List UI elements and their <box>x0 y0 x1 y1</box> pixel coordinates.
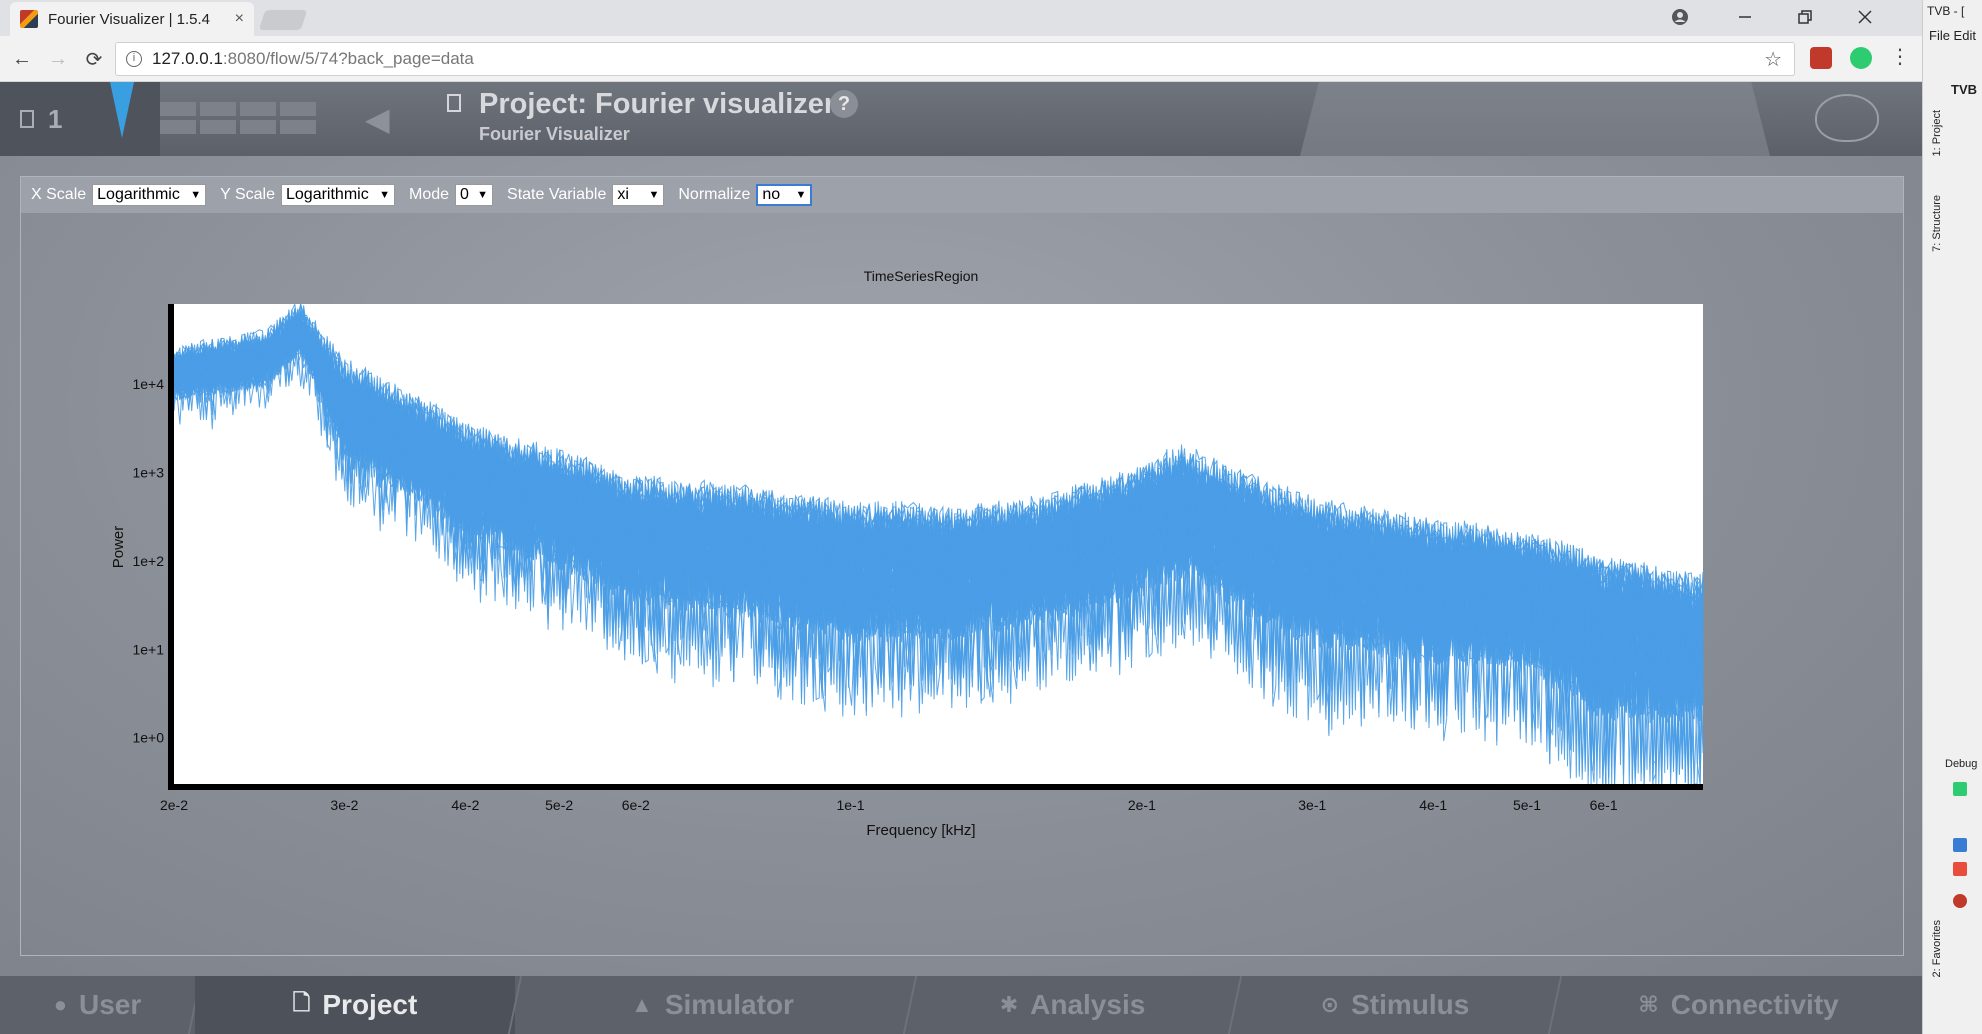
browser-menu-icon[interactable]: ⋮ <box>1882 44 1918 69</box>
tab-close-icon[interactable]: × <box>235 10 244 28</box>
document-icon <box>447 94 461 112</box>
y-tick-label: 1e+3 <box>132 464 164 480</box>
x-tick-label: 1e-1 <box>836 797 864 813</box>
x-tick-label: 3e-2 <box>330 797 358 813</box>
x-tick-label: 5e-2 <box>545 797 573 813</box>
ide-tab-favorites[interactable]: 2: Favorites <box>1931 920 1943 977</box>
ide-pause-icon[interactable] <box>1953 838 1967 852</box>
app-header: 1 ◀ Project: Fourier visualizer ? Fourie… <box>0 82 1922 156</box>
url-host: 127.0.0.1 <box>152 49 223 68</box>
ide-project-root[interactable]: TVB <box>1951 82 1977 97</box>
reload-icon[interactable]: ⟳ <box>76 47 112 72</box>
x-tick-label: 2e-2 <box>160 797 188 813</box>
x-tick-label: 3e-1 <box>1298 797 1326 813</box>
visualizer-panel: X Scale Logarithmic ▼ Y Scale Logarithmic… <box>20 176 1904 956</box>
bookmark-star-icon[interactable]: ☆ <box>1764 47 1782 72</box>
x-tick-label: 4e-2 <box>451 797 479 813</box>
user-icon: ● <box>53 992 68 1017</box>
ide-rerun-icon[interactable] <box>1953 782 1967 796</box>
new-tab-button[interactable] <box>258 10 308 30</box>
y-tick-label: 1e+4 <box>132 376 164 392</box>
nav-tab-analysis[interactable]: ✱ Analysis <box>910 976 1235 1034</box>
tab-title: Fourier Visualizer | 1.5.4 <box>48 10 211 28</box>
nav-tab-label: Project <box>322 989 418 1020</box>
connectivity-icon: ⌘ <box>1638 992 1659 1017</box>
y-tick-label: 1e+0 <box>132 730 164 746</box>
fourier-chart[interactable]: TimeSeriesRegion 2e-2 3e-2 4e-2 5e-2 6e-2 1e-… <box>21 177 1905 957</box>
nav-tab-label: Simulator <box>664 989 794 1020</box>
y-tick-labels: 1e+0 1e+1 1e+2 1e+3 1e+4 <box>132 376 164 746</box>
nav-tab-label: Analysis <box>1030 989 1146 1020</box>
ide-stop-icon[interactable] <box>1953 862 1967 876</box>
gear-icon: ✱ <box>999 992 1019 1017</box>
main-area: X Scale Logarithmic ▼ Y Scale Logarithmic… <box>0 156 1922 976</box>
back-arrow-header-icon[interactable]: ◀ <box>365 100 390 138</box>
tab-bar: Fourier Visualizer | 1.5.4 × <box>0 0 1922 36</box>
x-tick-label: 5e-1 <box>1513 797 1541 813</box>
progress-indicator-icon <box>110 82 134 138</box>
close-window-icon[interactable] <box>1835 0 1895 34</box>
ide-debug-label: Debug <box>1945 758 1978 770</box>
ide-side-window: TVB - [ File Edit TVB 1: Project 7: Stru… <box>1922 0 1982 1034</box>
operation-count: 1 <box>48 104 63 134</box>
page-subtitle: Fourier Visualizer <box>479 124 630 144</box>
bottom-navigation: ● User 🗋 Project ▲ Simulator ✱ Analysis ⊙ Stimulu… <box>0 976 1922 1034</box>
operations-grid-icon[interactable] <box>160 102 316 134</box>
page-title: Project: Fourier visualizer <box>479 88 836 120</box>
ide-menu[interactable]: File Edit <box>1929 28 1976 43</box>
ide-tab-project[interactable]: 1: Project <box>1931 110 1943 156</box>
location-pin-icon: ⊙ <box>1320 992 1340 1017</box>
ide-title: TVB - [ <box>1927 4 1965 18</box>
profile-icon[interactable] <box>1650 0 1710 34</box>
x-tick-label: 2e-1 <box>1128 797 1156 813</box>
header-left-panel: 1 <box>0 82 160 156</box>
x-tick-label: 4e-1 <box>1419 797 1447 813</box>
project-document-icon <box>20 110 34 128</box>
nav-tab-user[interactable]: ● User <box>0 976 195 1034</box>
document-icon: 🗋 <box>292 990 311 1015</box>
minimize-icon[interactable] <box>1715 0 1775 34</box>
ide-breakpoint-icon[interactable] <box>1953 894 1967 908</box>
y-tick-label: 1e+2 <box>132 553 164 569</box>
browser-tab[interactable]: Fourier Visualizer | 1.5.4 × <box>10 2 254 36</box>
nav-tab-project[interactable]: 🗋 Project <box>195 976 515 1034</box>
x-tick-labels: 2e-2 3e-2 4e-2 5e-2 6e-2 1e-1 2e-1 3e-1 4e-1 5e-1… <box>160 797 1618 813</box>
browser-chrome: Fourier Visualizer | 1.5.4 × ← → ⟳ i 127… <box>0 0 1922 82</box>
x-tick-label: 6e-2 <box>622 797 650 813</box>
brain-logo-icon <box>1815 94 1879 142</box>
x-tick-label: 6e-1 <box>1590 797 1618 813</box>
x-axis-label: Frequency [kHz] <box>866 822 975 839</box>
nav-tab-label: Stimulus <box>1351 989 1470 1020</box>
address-bar[interactable]: i 127.0.0.1 :8080/flow/5/74?back_page=da… <box>115 42 1795 76</box>
header-right-panel <box>1300 82 1770 156</box>
nav-tab-label: User <box>79 989 142 1020</box>
extension-record-icon[interactable] <box>1810 47 1832 69</box>
help-icon[interactable]: ? <box>830 90 858 118</box>
ide-tab-structure[interactable]: 7: Structure <box>1931 195 1943 252</box>
browser-toolbar: ← → ⟳ i 127.0.0.1 :8080/flow/5/74?back_p… <box>0 38 1922 80</box>
url-path: :8080/flow/5/74?back_page=data <box>222 49 474 68</box>
rocket-icon: ▲ <box>631 992 653 1017</box>
restore-icon[interactable] <box>1775 0 1835 34</box>
nav-tab-stimulus[interactable]: ⊙ Stimulus <box>1235 976 1555 1034</box>
extension-grammarly-icon[interactable] <box>1850 47 1872 69</box>
back-arrow-icon[interactable]: ← <box>4 48 40 71</box>
nav-tab-simulator[interactable]: ▲ Simulator <box>515 976 910 1034</box>
site-info-icon[interactable]: i <box>126 51 142 67</box>
forward-arrow-icon[interactable]: → <box>40 48 76 71</box>
nav-tab-label: Connectivity <box>1670 989 1839 1020</box>
y-tick-label: 1e+1 <box>132 641 164 657</box>
favicon-icon <box>20 10 38 28</box>
chart-title: TimeSeriesRegion <box>864 268 979 284</box>
nav-tab-connectivity[interactable]: ⌘ Connectivity <box>1555 976 1922 1034</box>
y-axis-label: Power <box>110 526 127 569</box>
